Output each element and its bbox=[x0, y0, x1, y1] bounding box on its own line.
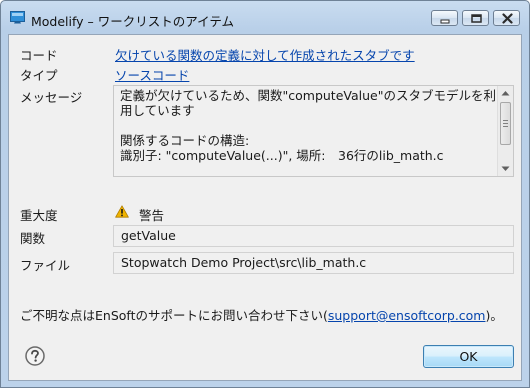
message-box[interactable]: 定義が欠けているため、関数"computeValue"のスタブモデルを利用してい… bbox=[113, 85, 514, 177]
window-icon bbox=[10, 11, 25, 24]
minimize-button[interactable] bbox=[431, 10, 458, 26]
severity-value: 警告 bbox=[139, 208, 165, 223]
dialog-window: Modelify – ワークリストのアイテム コード 欠けている関数の定義に対し… bbox=[0, 0, 530, 388]
code-link[interactable]: 欠けている関数の定義に対して作成されたスタブです bbox=[115, 45, 415, 64]
type-label: タイプ bbox=[20, 68, 58, 83]
support-text: ご不明な点はEnSoftのサポートにお問い合わせ下さい(support@enso… bbox=[20, 305, 503, 324]
file-label: ファイル bbox=[20, 258, 71, 273]
message-scrollbar[interactable] bbox=[497, 86, 513, 176]
severity-label: 重大度 bbox=[20, 208, 58, 223]
scroll-down-icon[interactable] bbox=[501, 166, 510, 172]
scroll-up-icon[interactable] bbox=[501, 90, 510, 96]
dialog-content: コード 欠けている関数の定義に対して作成されたスタブです タイプ ソースコード … bbox=[8, 34, 522, 381]
code-label: コード bbox=[20, 48, 58, 63]
function-field[interactable]: getValue bbox=[113, 225, 514, 247]
ok-button[interactable]: OK bbox=[423, 345, 514, 368]
support-prefix: ご不明な点はEnSoftのサポートにお問い合わせ下さい( bbox=[20, 308, 328, 323]
maximize-button[interactable] bbox=[462, 10, 489, 26]
minimize-icon bbox=[440, 19, 450, 24]
close-icon bbox=[502, 13, 513, 24]
message-label: メッセージ bbox=[20, 90, 83, 105]
message-text: 定義が欠けているため、関数"computeValue"のスタブモデルを利用してい… bbox=[120, 88, 496, 163]
type-link[interactable]: ソースコード bbox=[115, 65, 189, 84]
maximize-icon bbox=[471, 14, 482, 23]
close-button[interactable] bbox=[493, 10, 520, 26]
scrollbar-thumb[interactable] bbox=[500, 102, 511, 145]
support-email-link[interactable]: support@ensoftcorp.com bbox=[328, 308, 486, 323]
function-label: 関数 bbox=[20, 231, 46, 246]
file-field[interactable]: Stopwatch Demo Project\src\lib_math.c bbox=[113, 252, 514, 274]
window-title: Modelify – ワークリストのアイテム bbox=[31, 14, 235, 29]
help-icon[interactable] bbox=[25, 346, 45, 366]
title-bar[interactable]: Modelify – ワークリストのアイテム bbox=[1, 1, 529, 35]
support-suffix: )。 bbox=[485, 308, 503, 323]
warning-icon bbox=[115, 205, 129, 218]
